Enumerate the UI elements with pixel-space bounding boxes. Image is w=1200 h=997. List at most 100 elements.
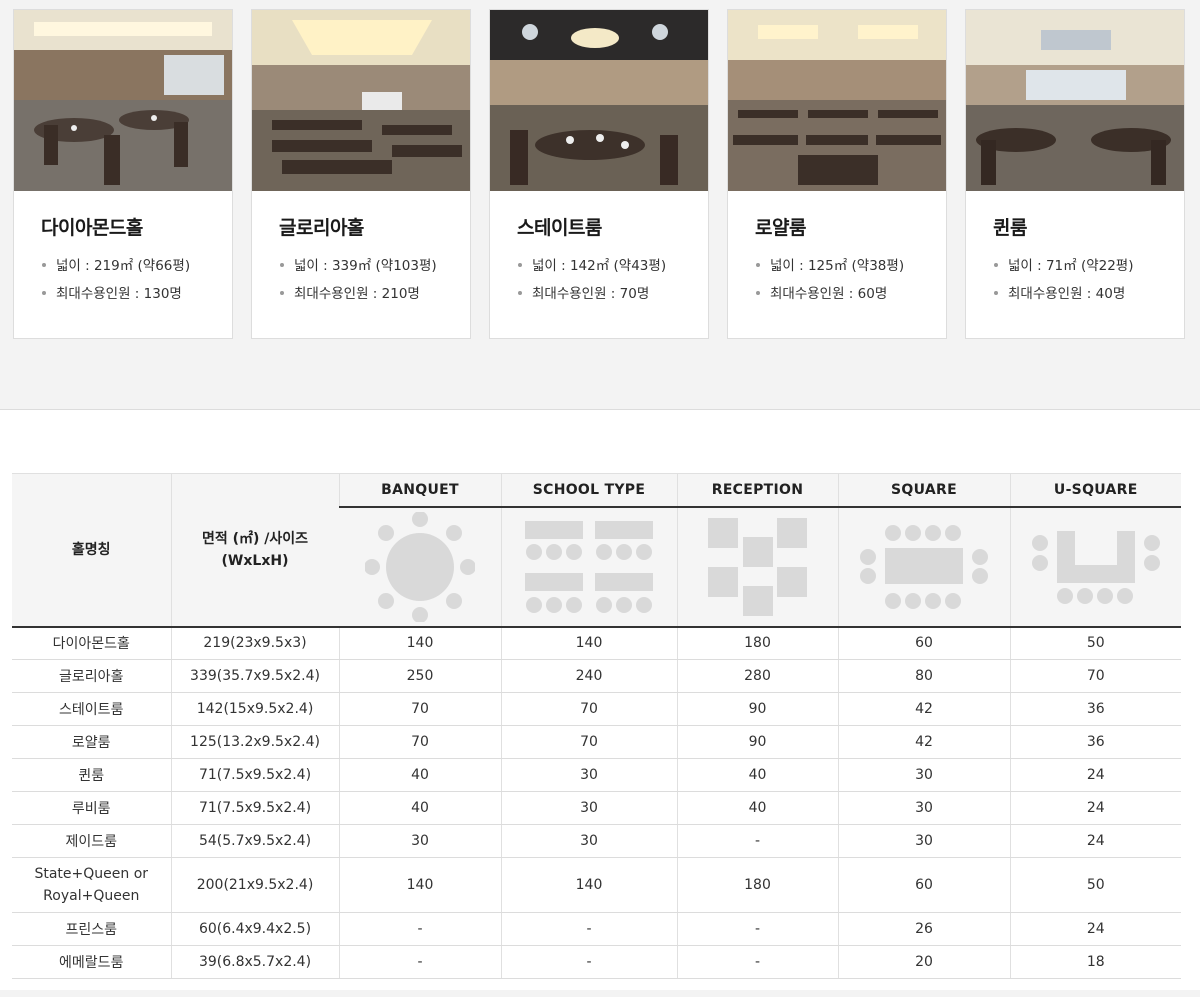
table-row: 다이아몬드홀 219(23x9.5x3) 140 140 180 60 50 [12, 626, 1181, 660]
u-square-cell: 50 [1009, 857, 1181, 913]
hall-capacity: 최대수용인원 : 210명 [280, 282, 420, 302]
banquet-cell: - [338, 945, 501, 979]
hall-name-cell: 에메랄드룸 [12, 945, 171, 979]
square-layout-icon [860, 524, 988, 609]
size-cell: 71(7.5x9.5x2.4) [170, 758, 339, 792]
hall-name-cell: 다이아몬드홀 [12, 626, 171, 660]
size-cell: 39(6.8x5.7x2.4) [170, 945, 339, 979]
school-type-cell: 30 [500, 758, 677, 792]
layout-header-square: SQUARE [837, 473, 1010, 508]
square-cell: 30 [837, 824, 1010, 858]
square-cell: 26 [837, 912, 1010, 946]
reception-cell: 180 [676, 857, 838, 913]
layout-header-banquet: BANQUET [338, 473, 501, 508]
u-square-cell: 36 [1009, 725, 1181, 759]
u-square-diagram [1009, 506, 1181, 628]
table-row: State+Queen or Royal+Queen 200(21x9.5x2.4… [12, 857, 1181, 913]
banquet-cell: 30 [338, 824, 501, 858]
school-type-cell: 70 [500, 725, 677, 759]
school-type-diagram [500, 506, 677, 628]
school-type-cell: 30 [500, 824, 677, 858]
size-cell: 125(13.2x9.5x2.4) [170, 725, 339, 759]
capacity-table-body: 다이아몬드홀 219(23x9.5x3) 140 140 180 60 50 글로리아홀 339… [12, 626, 1181, 979]
capacity-table-section: 홀명칭 면적 (㎡) /사이즈 (WxLxH) BANQUET SCHOOL TY… [12, 473, 1181, 979]
square-cell: 20 [837, 945, 1010, 979]
hall-name-cell: 제이드룸 [12, 824, 171, 858]
reception-cell: - [676, 912, 838, 946]
size-cell: 142(15x9.5x2.4) [170, 692, 339, 726]
hall-capacity: 최대수용인원 : 130명 [42, 282, 182, 302]
hall-photo-royal [728, 10, 946, 191]
u-square-layout-icon [1031, 530, 1160, 604]
hall-name: 글로리아홀 [279, 217, 364, 239]
u-square-cell: 70 [1009, 659, 1181, 693]
u-square-cell: 24 [1009, 824, 1181, 858]
hall-name-cell: State+Queen or Royal+Queen [12, 857, 171, 913]
footer-divider [0, 990, 1200, 997]
banquet-cell: 70 [338, 692, 501, 726]
reception-cell: - [676, 824, 838, 858]
table-row: 로얄룸 125(13.2x9.5x2.4) 70 70 90 42 36 [12, 725, 1181, 759]
table-row: 글로리아홀 339(35.7x9.5x2.4) 250 240 280 80 70 [12, 659, 1181, 693]
hall-area: 넓이 : 142㎡ (약43평) [518, 254, 666, 274]
square-cell: 42 [837, 692, 1010, 726]
school-type-cell: 30 [500, 791, 677, 825]
layout-header-u-square: U-SQUARE [1009, 473, 1181, 508]
hall-name-cell: 루비룸 [12, 791, 171, 825]
square-cell: 42 [837, 725, 1010, 759]
banquet-cell: - [338, 912, 501, 946]
banquet-cell: 40 [338, 791, 501, 825]
hall-photo-diamond [14, 10, 232, 191]
reception-cell: 280 [676, 659, 838, 693]
hall-area: 넓이 : 339㎡ (약103평) [280, 254, 437, 274]
square-cell: 60 [837, 857, 1010, 913]
u-square-cell: 36 [1009, 692, 1181, 726]
u-square-cell: 50 [1009, 626, 1181, 660]
hall-name-cell: 프린스룸 [12, 912, 171, 946]
square-cell: 80 [837, 659, 1010, 693]
hall-name-cell: 퀸룸 [12, 758, 171, 792]
school-type-cell: 140 [500, 626, 677, 660]
hall-card-state[interactable]: 스테이트룸 넓이 : 142㎡ (약43평) 최대수용인원 : 70명 [489, 9, 709, 339]
hall-photo-state [490, 10, 708, 191]
hall-name-cell: 로얄룸 [12, 725, 171, 759]
square-cell: 60 [837, 626, 1010, 660]
hall-name: 로얄룸 [755, 217, 806, 239]
school-type-cell: - [500, 945, 677, 979]
reception-cell: 180 [676, 626, 838, 660]
reception-cell: 40 [676, 758, 838, 792]
layout-header-school: SCHOOL TYPE [500, 473, 677, 508]
school-type-cell: - [500, 912, 677, 946]
table-row: 루비룸 71(7.5x9.5x2.4) 40 30 40 30 24 [12, 791, 1181, 825]
hall-card-gloria[interactable]: 글로리아홀 넓이 : 339㎡ (약103평) 최대수용인원 : 210명 [251, 9, 471, 339]
size-header: 면적 (㎡) /사이즈 (WxLxH) [170, 473, 339, 628]
hall-card-diamond[interactable]: 다이아몬드홀 넓이 : 219㎡ (약66평) 최대수용인원 : 130명 [13, 9, 233, 339]
table-row: 제이드룸 54(5.7x9.5x2.4) 30 30-30 24 [12, 824, 1181, 858]
hall-cards-section: 다이아몬드홀 넓이 : 219㎡ (약66평) 최대수용인원 : 130명 글로… [0, 0, 1200, 410]
layout-header-reception: RECEPTION [676, 473, 838, 508]
table-row: 에메랄드룸 39(6.8x5.7x2.4) - - -20 18 [12, 945, 1181, 979]
capacity-table: 홀명칭 면적 (㎡) /사이즈 (WxLxH) BANQUET SCHOOL TY… [12, 473, 1181, 979]
hall-card-queen[interactable]: 퀸룸 넓이 : 71㎡ (약22평) 최대수용인원 : 40명 [965, 9, 1185, 339]
u-square-cell: 24 [1009, 758, 1181, 792]
banquet-cell: 140 [338, 857, 501, 913]
hall-capacity: 최대수용인원 : 70명 [518, 282, 649, 302]
hall-photo-gloria [252, 10, 470, 191]
banquet-cell: 40 [338, 758, 501, 792]
hall-area: 넓이 : 71㎡ (약22평) [994, 254, 1134, 274]
hall-name-cell: 글로리아홀 [12, 659, 171, 693]
hall-card-royal[interactable]: 로얄룸 넓이 : 125㎡ (약38평) 최대수용인원 : 60명 [727, 9, 947, 339]
school-type-cell: 240 [500, 659, 677, 693]
hall-area: 넓이 : 125㎡ (약38평) [756, 254, 904, 274]
hall-name: 다이아몬드홀 [41, 217, 143, 239]
hall-photo-queen [966, 10, 1184, 191]
table-row: 스테이트룸 142(15x9.5x2.4) 70 70 90 42 36 [12, 692, 1181, 726]
school-type-layout-icon [525, 520, 653, 613]
banquet-layout-icon [364, 511, 475, 622]
banquet-cell: 250 [338, 659, 501, 693]
banquet-cell: 140 [338, 626, 501, 660]
table-row: 프린스룸 60(6.4x9.4x2.5) - - -26 24 [12, 912, 1181, 946]
size-cell: 60(6.4x9.4x2.5) [170, 912, 339, 946]
hall-name-header: 홀명칭 [12, 473, 171, 628]
reception-cell: 90 [676, 725, 838, 759]
